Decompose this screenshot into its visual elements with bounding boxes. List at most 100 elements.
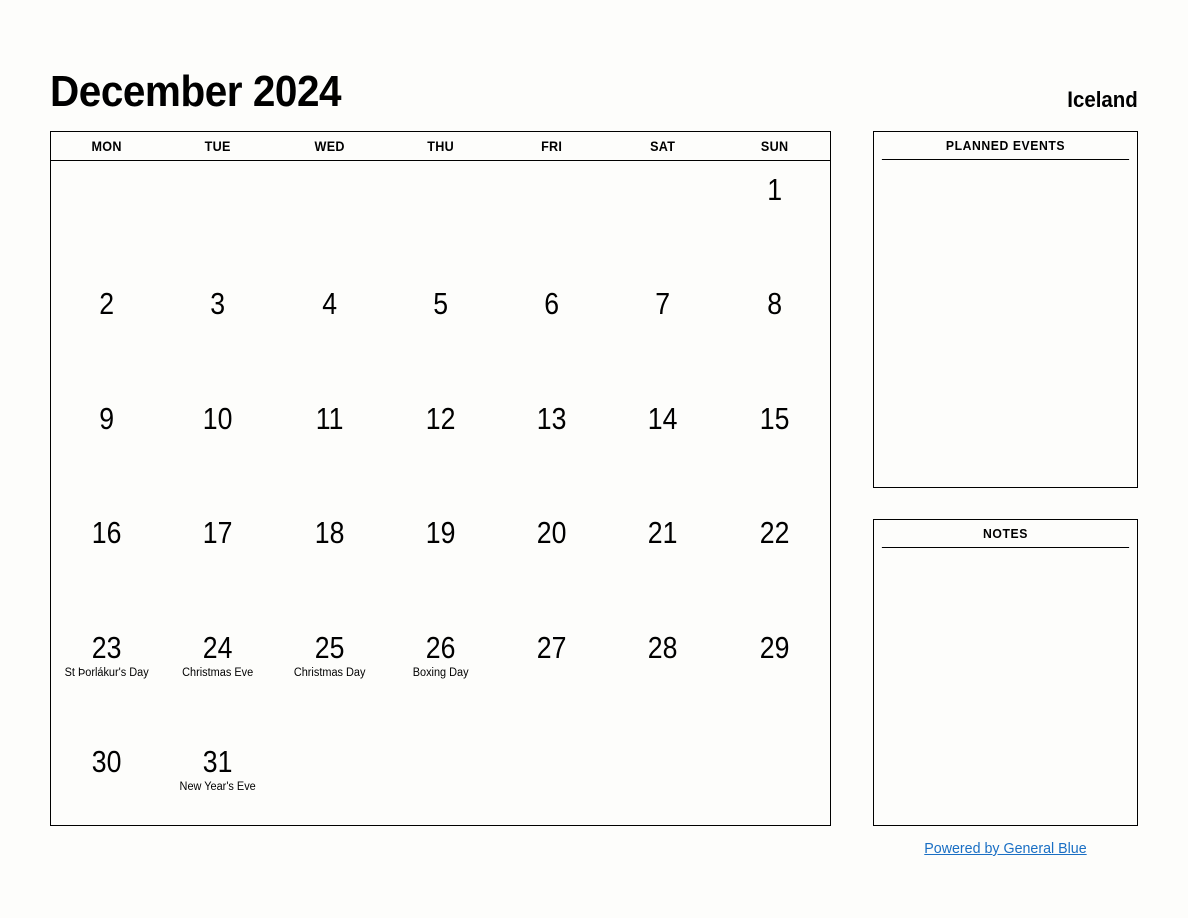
calendar-day-cell[interactable] bbox=[385, 161, 496, 275]
calendar-day-cell[interactable]: 24 Christmas Eve bbox=[162, 619, 273, 733]
day-number: 30 bbox=[91, 744, 122, 780]
day-number: 8 bbox=[766, 286, 782, 322]
day-number: 11 bbox=[315, 400, 344, 436]
calendar-day-cell[interactable]: 11 bbox=[274, 390, 385, 504]
holiday-label: New Year's Eve bbox=[179, 781, 257, 794]
calendar-day-cell[interactable] bbox=[607, 161, 718, 275]
day-number: 22 bbox=[759, 515, 790, 551]
calendar-day-cell[interactable]: 19 bbox=[385, 504, 496, 618]
calendar-day-cell[interactable]: 3 bbox=[162, 275, 273, 389]
calendar-day-cell[interactable] bbox=[607, 733, 718, 825]
calendar-day-cell[interactable]: 13 bbox=[496, 390, 607, 504]
calendar-week-row: 1 bbox=[51, 161, 830, 275]
calendar-day-cell[interactable]: 8 bbox=[719, 275, 830, 389]
day-number: 20 bbox=[536, 515, 567, 551]
day-number: 24 bbox=[203, 629, 233, 665]
weekday-header-sat: SAT bbox=[650, 138, 676, 154]
holiday-label: St Þorlákur's Day bbox=[64, 666, 149, 679]
calendar-day-cell[interactable]: 26 Boxing Day bbox=[385, 619, 496, 733]
calendar-day-cell[interactable]: 27 bbox=[496, 619, 607, 733]
calendar-day-cell[interactable]: 20 bbox=[496, 504, 607, 618]
calendar-week-row: 23 St Þorlákur's Day 24 Christmas Eve 25… bbox=[51, 619, 830, 733]
weekday-header-sun: SUN bbox=[760, 138, 789, 154]
calendar-day-cell[interactable]: 16 bbox=[51, 504, 162, 618]
calendar-day-cell[interactable]: 17 bbox=[162, 504, 273, 618]
weekday-header-row: MON TUE WED THU FRI SAT SUN bbox=[51, 132, 830, 161]
calendar-day-cell[interactable]: 7 bbox=[607, 275, 718, 389]
calendar-day-cell[interactable]: 22 bbox=[719, 504, 830, 618]
day-number: 9 bbox=[99, 400, 115, 436]
weekday-header-wed: WED bbox=[314, 138, 345, 154]
calendar-day-cell[interactable]: 21 bbox=[607, 504, 718, 618]
notes-title: NOTES bbox=[881, 520, 1130, 548]
footer: Powered by General Blue bbox=[873, 840, 1138, 858]
planned-events-panel: PLANNED EVENTS bbox=[873, 131, 1138, 488]
calendar-day-cell[interactable]: 10 bbox=[162, 390, 273, 504]
day-number: 31 bbox=[203, 744, 233, 780]
calendar-day-cell[interactable] bbox=[51, 161, 162, 275]
calendar-day-cell[interactable]: 2 bbox=[51, 275, 162, 389]
day-number: 7 bbox=[655, 286, 671, 322]
calendar-day-cell[interactable]: 23 St Þorlákur's Day bbox=[51, 619, 162, 733]
calendar-day-cell[interactable]: 31 New Year's Eve bbox=[162, 733, 273, 825]
day-number: 28 bbox=[648, 629, 678, 665]
day-number: 16 bbox=[91, 515, 122, 551]
day-number: 18 bbox=[314, 515, 345, 551]
day-number: 2 bbox=[99, 286, 115, 322]
calendar-day-cell[interactable] bbox=[496, 161, 607, 275]
calendar-grid: MON TUE WED THU FRI SAT SUN 1 2 3 4 5 6 … bbox=[50, 131, 831, 826]
weekday-header-fri: FRI bbox=[541, 138, 563, 154]
page-title: December 2024 bbox=[50, 67, 342, 116]
calendar-day-cell[interactable]: 1 bbox=[719, 161, 830, 275]
weekday-header-tue: TUE bbox=[204, 138, 231, 154]
day-number: 29 bbox=[759, 629, 790, 665]
day-number: 3 bbox=[210, 286, 226, 322]
calendar-day-cell[interactable] bbox=[162, 161, 273, 275]
day-number: 23 bbox=[91, 629, 122, 665]
calendar-day-cell[interactable]: 6 bbox=[496, 275, 607, 389]
calendar-day-cell[interactable]: 4 bbox=[274, 275, 385, 389]
day-number: 10 bbox=[203, 400, 233, 436]
powered-by-link[interactable]: Powered by General Blue bbox=[924, 840, 1086, 857]
day-number: 5 bbox=[433, 286, 448, 322]
weekday-header-mon: MON bbox=[91, 138, 122, 154]
day-number: 1 bbox=[766, 172, 782, 207]
calendar-day-cell[interactable]: 12 bbox=[385, 390, 496, 504]
calendar-day-cell[interactable] bbox=[274, 161, 385, 275]
calendar-day-cell[interactable]: 14 bbox=[607, 390, 718, 504]
day-number: 17 bbox=[203, 515, 233, 551]
calendar-day-cell[interactable]: 28 bbox=[607, 619, 718, 733]
calendar-day-cell[interactable]: 9 bbox=[51, 390, 162, 504]
day-number: 15 bbox=[759, 400, 790, 436]
calendar-day-cell[interactable]: 5 bbox=[385, 275, 496, 389]
day-number: 6 bbox=[544, 286, 560, 322]
notes-body[interactable] bbox=[874, 548, 1137, 824]
day-number: 13 bbox=[536, 400, 567, 436]
country-label: Iceland bbox=[1067, 87, 1138, 112]
holiday-label: Christmas Day bbox=[293, 666, 366, 679]
calendar-day-cell[interactable] bbox=[496, 733, 607, 825]
holiday-label: Christmas Eve bbox=[182, 666, 254, 679]
calendar-day-cell[interactable]: 30 bbox=[51, 733, 162, 825]
calendar-week-row: 16 17 18 19 20 21 22 bbox=[51, 504, 830, 618]
calendar-week-row: 30 31 New Year's Eve bbox=[51, 733, 830, 825]
day-number: 21 bbox=[648, 515, 678, 551]
day-number: 12 bbox=[425, 400, 456, 436]
calendar-day-cell[interactable]: 29 bbox=[719, 619, 830, 733]
planned-events-title: PLANNED EVENTS bbox=[881, 132, 1130, 160]
calendar-day-cell[interactable]: 25 Christmas Day bbox=[274, 619, 385, 733]
page-header: December 2024 Iceland bbox=[50, 52, 1138, 114]
calendar-week-row: 2 3 4 5 6 7 8 bbox=[51, 275, 830, 389]
planned-events-body[interactable] bbox=[874, 160, 1137, 486]
notes-panel: NOTES bbox=[873, 519, 1138, 826]
calendar-week-row: 9 10 11 12 13 14 15 bbox=[51, 390, 830, 504]
day-number: 25 bbox=[314, 629, 345, 665]
calendar-day-cell[interactable] bbox=[719, 733, 830, 825]
day-number: 4 bbox=[321, 286, 337, 322]
calendar-day-cell[interactable] bbox=[274, 733, 385, 825]
calendar-day-cell[interactable] bbox=[385, 733, 496, 825]
calendar-page: December 2024 Iceland MON TUE WED THU FR… bbox=[0, 0, 1188, 918]
calendar-day-cell[interactable]: 15 bbox=[719, 390, 830, 504]
day-number: 14 bbox=[648, 400, 678, 436]
calendar-day-cell[interactable]: 18 bbox=[274, 504, 385, 618]
